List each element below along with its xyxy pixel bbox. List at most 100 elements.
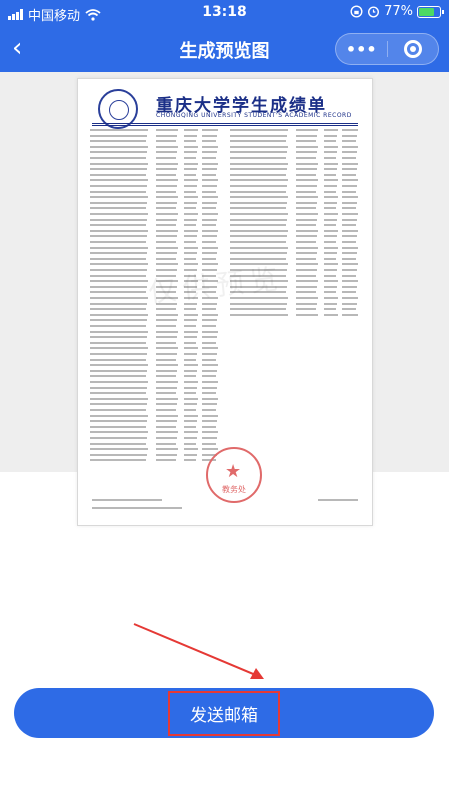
transcript-text-line <box>296 140 316 143</box>
transcript-text-line <box>156 425 176 428</box>
transcript-text-line <box>342 196 358 199</box>
transcript-text-line <box>184 437 197 439</box>
transcript-text-line <box>202 207 216 210</box>
transcript-text-line <box>202 319 217 322</box>
transcript-text-line <box>90 397 148 400</box>
transcript-text-line <box>90 358 146 361</box>
transcript-text-line <box>342 179 358 182</box>
transcript-preview[interactable]: 重庆大学学生成绩单 CHONGQING UNIVERSITY STUDENT'S… <box>77 78 373 526</box>
transcript-text-line <box>156 403 177 406</box>
transcript-text-line <box>184 325 196 327</box>
transcript-text-line <box>296 224 316 227</box>
transcript-text-line <box>324 129 338 131</box>
transcript-text-line <box>230 190 286 193</box>
transcript-text-line <box>296 207 316 210</box>
transcript-text-line <box>296 201 317 204</box>
transcript-text-line <box>184 129 198 131</box>
transcript-text-line <box>90 381 148 383</box>
transcript-text-line <box>90 364 148 367</box>
transcript-text-line <box>90 386 147 389</box>
transcript-text-line <box>202 218 217 221</box>
transcript-text-line <box>184 442 196 445</box>
transcript-text-line <box>230 168 287 171</box>
status-bar: 中国移动 13:18 77% <box>0 0 449 26</box>
transcript-text-line <box>90 168 147 171</box>
transcript-text-line <box>202 442 216 445</box>
transcript-text-line <box>342 213 358 215</box>
transcript-text-line <box>230 241 286 243</box>
transcript-text-line <box>296 129 318 131</box>
transcript-text-line <box>184 246 198 249</box>
transcript-text-line <box>342 235 357 238</box>
transcript-text-line <box>90 285 147 288</box>
transcript-text-line <box>202 241 216 243</box>
seal-text: 教务处 <box>222 485 246 494</box>
transcript-text-line <box>90 353 147 355</box>
transcript-text-line <box>90 269 147 271</box>
transcript-text-line <box>184 319 197 322</box>
transcript-text-line <box>324 229 338 232</box>
transcript-text-line <box>202 431 218 434</box>
close-mini-program-button[interactable] <box>388 34 439 64</box>
send-email-button[interactable]: 发送邮箱 <box>14 688 434 738</box>
transcript-text-line <box>342 162 358 165</box>
transcript-text-line <box>324 280 338 283</box>
more-menu-button[interactable]: ••• <box>336 34 387 64</box>
transcript-text-line <box>296 196 318 199</box>
transcript-text-line <box>90 190 146 193</box>
transcript-text-line <box>230 229 288 232</box>
transcript-text-line <box>296 190 316 193</box>
transcript-text-line <box>202 140 216 143</box>
transcript-text-line <box>184 397 198 400</box>
transcript-text-line <box>184 207 196 210</box>
transcript-text-line <box>202 392 216 395</box>
transcript-text-line <box>90 336 147 339</box>
transcript-text-line <box>184 409 196 411</box>
transcript-text-line <box>324 308 336 311</box>
transcript-text-line <box>230 185 287 187</box>
transcript-text-line <box>184 392 196 395</box>
transcript-text-line <box>184 151 197 154</box>
transcript-text-line <box>202 381 218 383</box>
transcript-text-line <box>156 229 178 232</box>
transcript-text-line <box>342 190 356 193</box>
transcript-text-line <box>202 330 218 333</box>
battery-percent: 77% <box>384 4 413 19</box>
transcript-text-line <box>202 168 217 171</box>
transcript-text-line <box>90 134 147 137</box>
transcript-text-line <box>90 313 148 316</box>
transcript-text-line <box>90 246 148 249</box>
mini-program-capsule: ••• <box>335 33 439 65</box>
transcript-text-line <box>324 285 337 288</box>
transcript-text-line <box>90 347 148 350</box>
transcript-text-line <box>342 246 358 249</box>
transcript-text-line <box>202 134 217 137</box>
transcript-text-line <box>202 252 217 255</box>
transcript-text-line <box>202 313 218 316</box>
transcript-text-line <box>324 252 337 255</box>
transcript-text-line <box>324 157 336 159</box>
transcript-text-line <box>342 140 356 143</box>
transcript-text-line <box>156 207 176 210</box>
transcript-text-line <box>202 229 218 232</box>
transcript-text-line <box>342 302 357 305</box>
transcript-text-line <box>156 246 178 249</box>
transcript-text-line <box>296 302 317 305</box>
transcript-text-line <box>230 302 287 305</box>
transcript-text-line <box>184 347 198 350</box>
transcript-text-line <box>156 353 177 355</box>
transcript-text-line <box>342 218 357 221</box>
transcript-text-line <box>324 185 337 187</box>
transcript-text-line <box>202 353 217 355</box>
transcript-text-line <box>90 274 146 277</box>
transcript-text-line <box>342 224 356 227</box>
transcript-text-line <box>156 145 178 148</box>
transcript-text-line <box>184 185 197 187</box>
transcript-text-line <box>296 229 318 232</box>
transcript-text-line <box>202 358 216 361</box>
transcript-text-line <box>184 241 196 243</box>
transcript-text-line <box>184 213 198 215</box>
transcript-text-line <box>296 269 317 271</box>
transcript-text-line <box>184 381 198 383</box>
transcript-text-line <box>90 425 146 428</box>
